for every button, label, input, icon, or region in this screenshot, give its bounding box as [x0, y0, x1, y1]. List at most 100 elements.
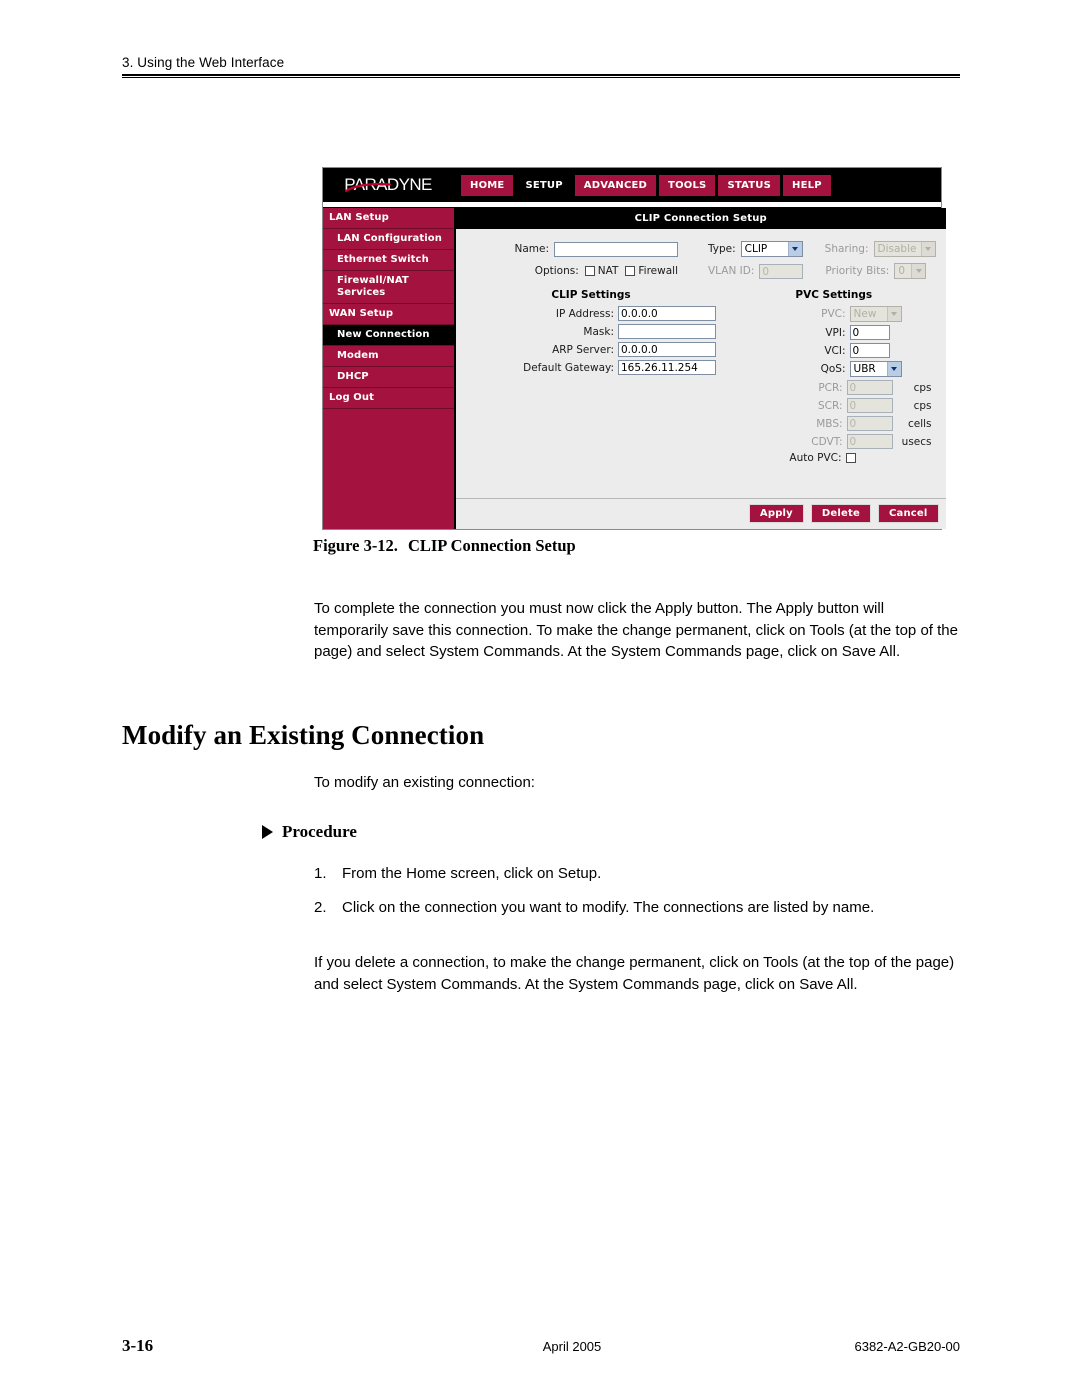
chevron-down-icon — [920, 242, 935, 256]
sidebar-item-dhcp[interactable]: DHCP — [323, 367, 454, 388]
webui-content: CLIP Connection Setup Name: Type: CLIP S… — [456, 208, 946, 529]
firewall-label: Firewall — [638, 265, 678, 277]
vlan-id-label: VLAN ID: — [708, 265, 755, 277]
figure-caption-title: CLIP Connection Setup — [407, 536, 576, 555]
type-select[interactable]: CLIP — [740, 241, 803, 257]
page-footer: 3-16 April 2005 6382-A2-GB20-00 — [122, 1336, 960, 1356]
panel-inner: Name: Type: CLIP Sharing: Disable Option… — [456, 229, 946, 498]
default-gateway-input[interactable]: 165.26.11.254 — [618, 360, 716, 375]
sidebar-item-new-connection[interactable]: New Connection — [323, 325, 454, 346]
nav-item-home[interactable]: HOME — [461, 174, 514, 196]
figure-caption-number: Figure 3-12. — [313, 536, 398, 555]
sharing-label: Sharing: — [824, 243, 869, 255]
scr-label: SCR: — [818, 399, 843, 412]
arp-server-label: ARP Server: — [552, 343, 614, 356]
qos-select-value: UBR — [853, 363, 876, 375]
pvc-select-value: New — [853, 308, 877, 320]
webui-topbar: PARADYNE HOME SETUP ADVANCED TOOLS STATU… — [323, 168, 941, 202]
settings-columns: CLIP Settings IP Address: 0.0.0.0 Mask: … — [466, 289, 936, 467]
nav-item-tools[interactable]: TOOLS — [659, 174, 716, 196]
sidebar-item-lan-setup[interactable]: LAN Setup — [323, 208, 454, 229]
chevron-down-icon — [787, 242, 802, 256]
vci-input[interactable]: 0 — [849, 343, 890, 358]
pvc-select[interactable]: New — [849, 306, 902, 322]
mbs-input[interactable]: 0 — [846, 416, 893, 431]
sidebar-item-ethernet-switch[interactable]: Ethernet Switch — [323, 250, 454, 271]
apply-button[interactable]: Apply — [748, 504, 804, 523]
clip-settings-section: CLIP Settings IP Address: 0.0.0.0 Mask: … — [466, 289, 716, 467]
pcr-unit: cps — [913, 381, 932, 394]
webui-sidebar: LAN Setup LAN Configuration Ethernet Swi… — [323, 208, 456, 529]
procedure-label: Procedure — [282, 822, 357, 841]
mask-input[interactable] — [618, 324, 716, 339]
webui-nav: HOME SETUP ADVANCED TOOLS STATUS HELP — [461, 168, 831, 202]
field-cdvt: CDVT: 0 usecs — [732, 434, 936, 449]
ip-address-input[interactable]: 0.0.0.0 — [618, 306, 716, 321]
paragraph-apply-instructions: To complete the connection you must now … — [314, 600, 958, 660]
sharing-select-value: Disable — [877, 243, 917, 255]
priority-bits-value: 0 — [898, 265, 906, 277]
nat-label: NAT — [597, 265, 619, 277]
step-number: 2. — [314, 898, 327, 916]
name-input[interactable] — [554, 241, 678, 257]
qos-select[interactable]: UBR — [849, 361, 902, 377]
nat-checkbox[interactable] — [584, 266, 595, 276]
sharing-select[interactable]: Disable — [873, 241, 936, 257]
auto-pvc-checkbox[interactable] — [845, 453, 856, 463]
field-default-gateway: Default Gateway: 165.26.11.254 — [466, 360, 716, 375]
vpi-label: VPI: — [825, 326, 846, 339]
panel-title: CLIP Connection Setup — [456, 208, 946, 229]
scr-unit: cps — [913, 399, 932, 412]
sidebar-item-modem[interactable]: Modem — [323, 346, 454, 367]
sidebar-filler — [323, 409, 454, 529]
step-text: From the Home screen, click on Setup. — [342, 865, 602, 882]
paragraph-delete-note: If you delete a connection, to make the … — [314, 954, 955, 993]
arp-server-input[interactable]: 0.0.0.0 — [618, 342, 716, 357]
delete-button[interactable]: Delete — [810, 504, 871, 523]
running-header: 3. Using the Web Interface — [122, 55, 960, 78]
router-web-interface: PARADYNE HOME SETUP ADVANCED TOOLS STATU… — [322, 167, 946, 530]
nav-item-status[interactable]: STATUS — [718, 174, 781, 196]
sidebar-item-lan-configuration[interactable]: LAN Configuration — [323, 229, 454, 250]
options-label: Options: — [534, 265, 579, 277]
sidebar-item-log-out[interactable]: Log Out — [323, 388, 454, 409]
field-scr: SCR: 0 cps — [732, 398, 936, 413]
figure-clip-connection-setup: PARADYNE HOME SETUP ADVANCED TOOLS STATU… — [322, 167, 946, 530]
nav-item-setup[interactable]: SETUP — [516, 174, 572, 196]
vlan-id-input[interactable]: 0 — [759, 263, 804, 279]
cancel-button[interactable]: Cancel — [877, 504, 939, 523]
nav-item-help[interactable]: HELP — [783, 174, 831, 196]
pvc-settings-heading: PVC Settings — [795, 289, 873, 301]
auto-pvc-label: Auto PVC: — [789, 452, 842, 464]
paradyne-logo: PARADYNE — [329, 172, 447, 198]
vci-label: VCI: — [824, 344, 846, 357]
chevron-down-icon — [886, 362, 901, 376]
webui-body: LAN Setup LAN Configuration Ethernet Swi… — [323, 208, 946, 529]
cdvt-input[interactable]: 0 — [846, 434, 893, 449]
nav-item-advanced[interactable]: ADVANCED — [574, 174, 657, 196]
form-row-options: Options: NAT Firewall VLAN ID: 0 Priorit… — [466, 263, 936, 279]
section-heading-modify: Modify an Existing Connection — [122, 720, 485, 750]
priority-bits-select[interactable]: 0 — [894, 263, 927, 279]
cdvt-unit: usecs — [901, 435, 932, 448]
scr-input[interactable]: 0 — [846, 398, 893, 413]
field-arp-server: ARP Server: 0.0.0.0 — [466, 342, 716, 357]
paragraph-modify-intro: To modify an existing connection: — [314, 774, 535, 791]
pvc-settings-section: PVC Settings PVC: New VPI: 0 VCI: 0 QoS:… — [716, 289, 936, 467]
chevron-down-icon — [911, 264, 926, 278]
type-select-value: CLIP — [744, 243, 768, 255]
procedure-heading: Procedure — [262, 822, 357, 842]
step-number: 1. — [314, 865, 327, 882]
ip-address-label: IP Address: — [555, 307, 614, 320]
sidebar-item-firewall-nat-services[interactable]: Firewall/NAT Services — [323, 271, 454, 304]
sidebar-item-wan-setup[interactable]: WAN Setup — [323, 304, 454, 325]
field-auto-pvc: Auto PVC: — [732, 452, 936, 464]
pcr-input[interactable]: 0 — [846, 380, 893, 395]
footer-page-number: 3-16 — [122, 1336, 154, 1355]
step-text: Click on the connection you want to modi… — [342, 898, 875, 916]
paradyne-logo-text: PARADYNE — [344, 175, 432, 194]
vpi-input[interactable]: 0 — [849, 325, 890, 340]
firewall-checkbox[interactable] — [625, 266, 636, 276]
qos-label: QoS: — [820, 363, 846, 375]
type-label: Type: — [708, 243, 736, 255]
